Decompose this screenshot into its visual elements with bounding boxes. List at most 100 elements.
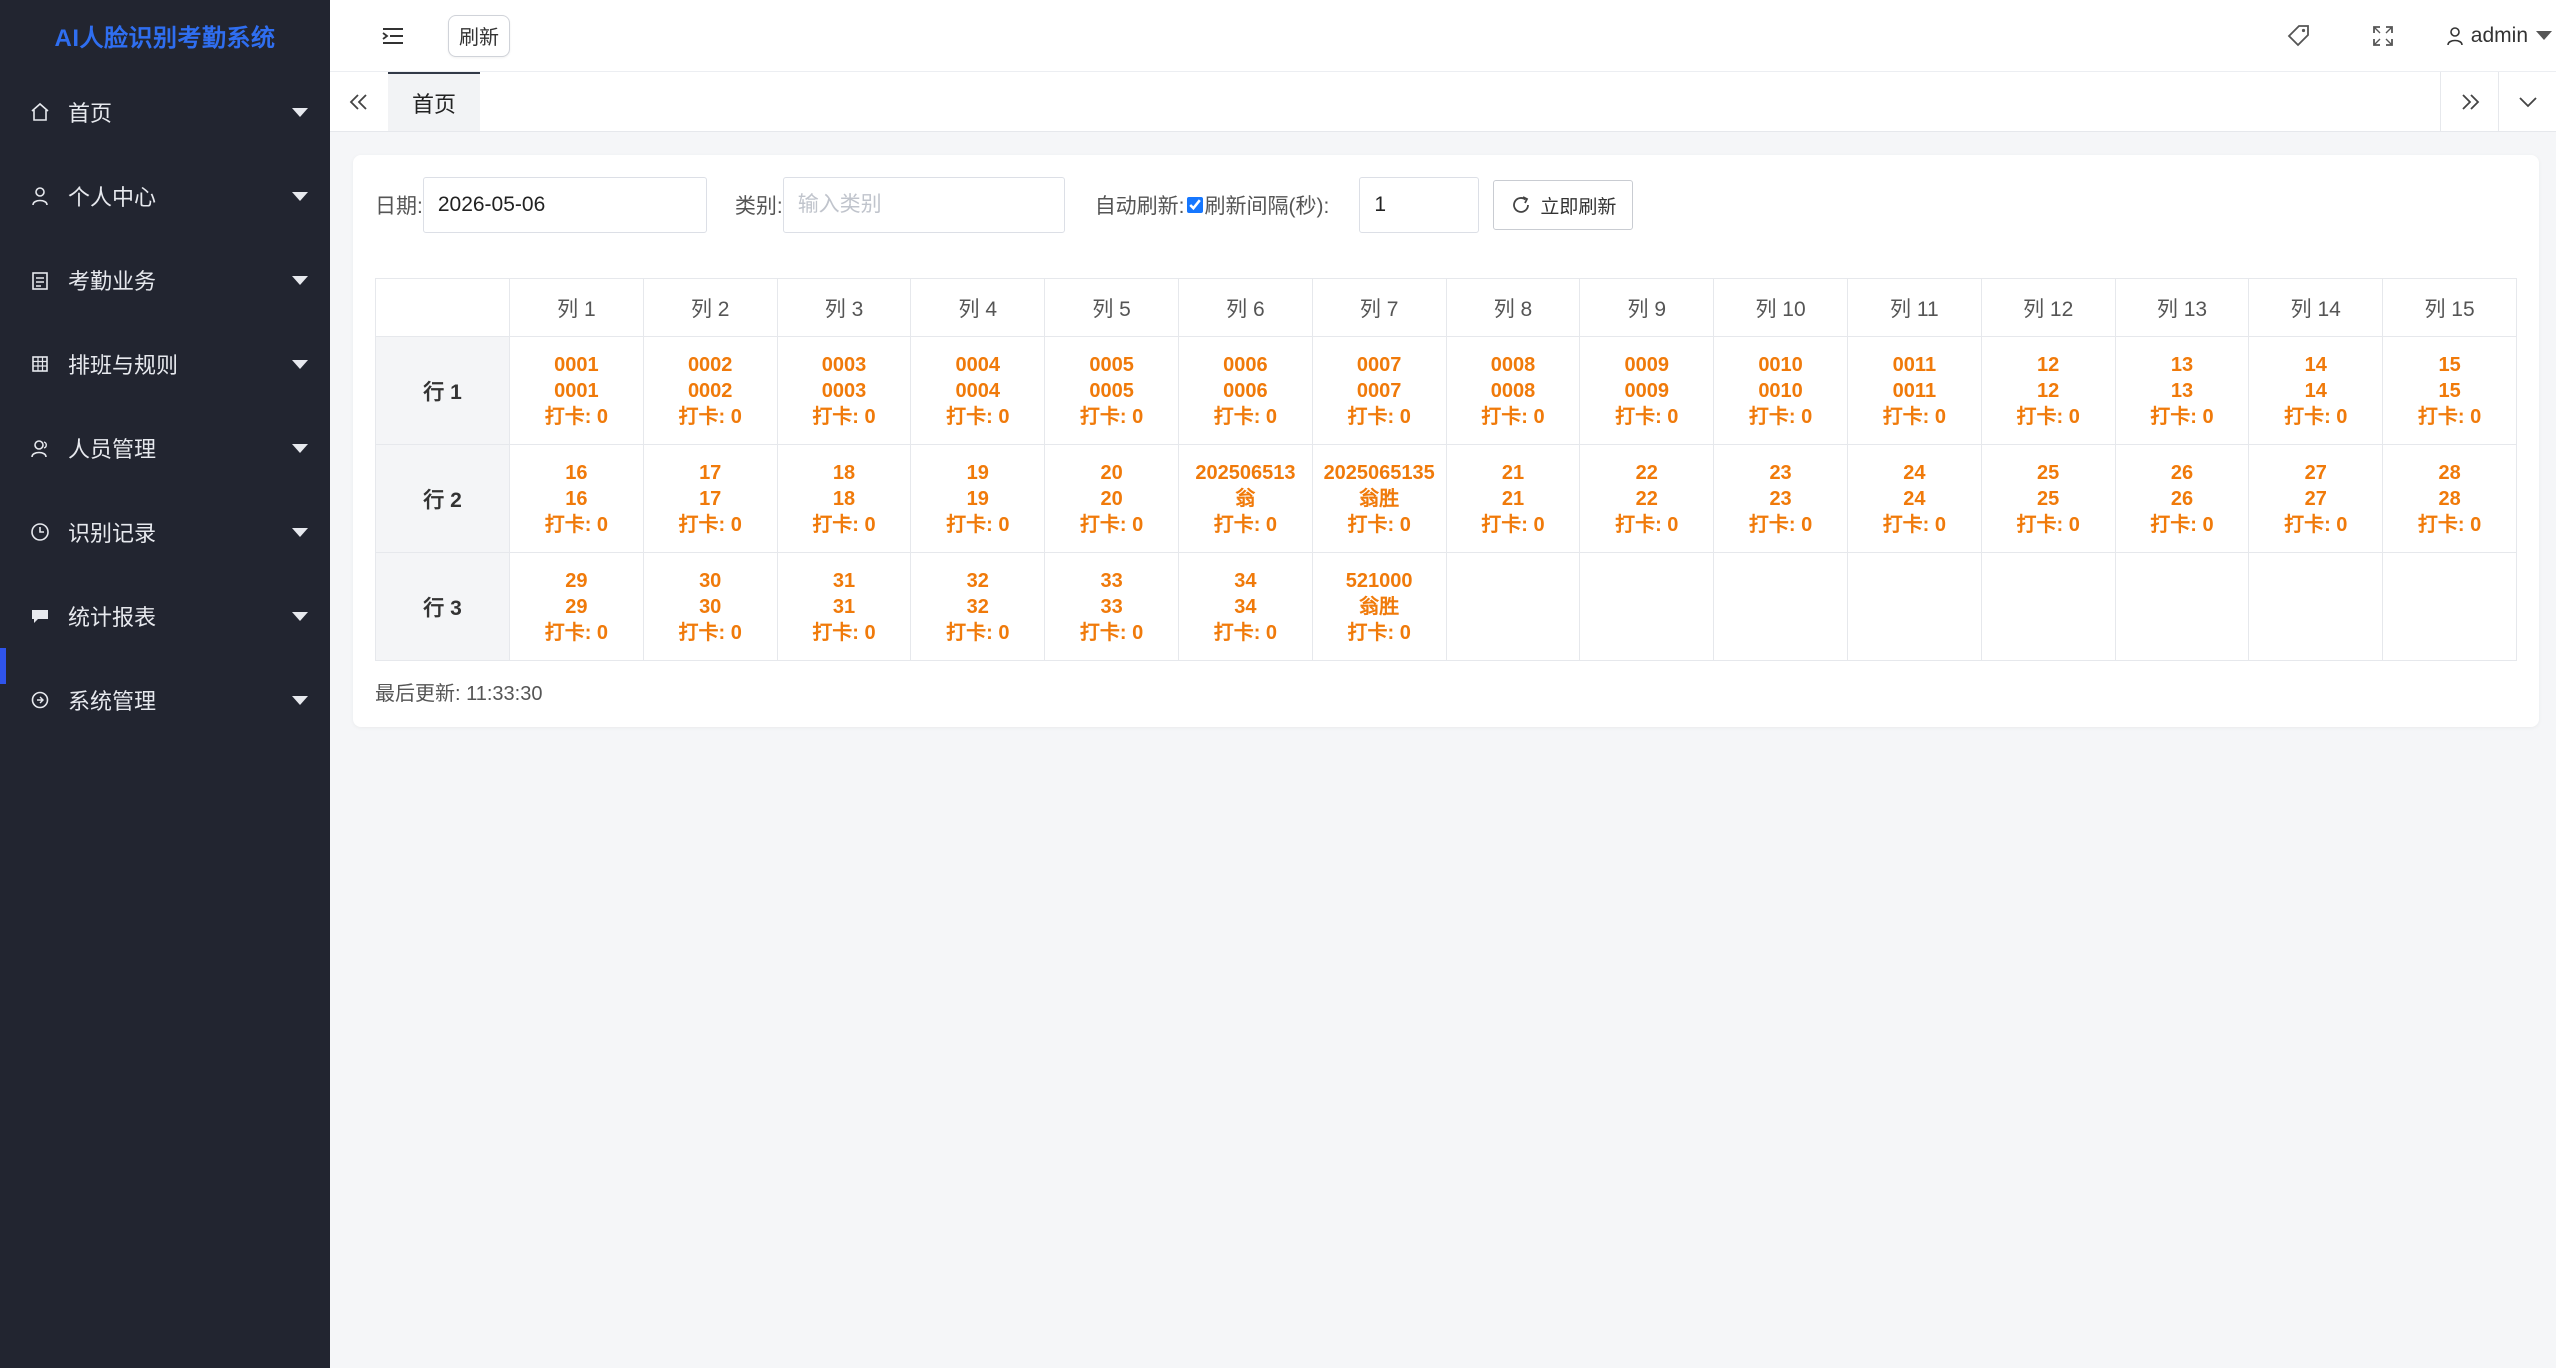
checkin-count: 打卡: 0: [1882, 405, 1947, 428]
seat-name: 23: [1769, 487, 1792, 510]
sidebar-item-personal-center[interactable]: 个人中心: [0, 154, 330, 238]
seat-cell[interactable]: 26 26 打卡: 0: [2114, 444, 2250, 553]
chevron-down-icon: [292, 527, 308, 537]
seat-info: 2025065135 翁胜 打卡: 0: [1313, 460, 1446, 538]
tabs-scroll-left-icon[interactable]: [330, 72, 388, 131]
tab-home[interactable]: 首页: [388, 72, 481, 131]
row-header: 行 3: [375, 552, 510, 661]
user-menu[interactable]: admin: [2445, 24, 2556, 48]
empty-cell: [1713, 552, 1848, 661]
seat-cell[interactable]: 18 18 打卡: 0: [776, 444, 912, 553]
seat-cell[interactable]: 13 13 打卡: 0: [2114, 336, 2250, 445]
refresh-button[interactable]: 刷新: [448, 14, 510, 57]
seat-cell[interactable]: 19 19 打卡: 0: [910, 444, 1046, 553]
seat-cell[interactable]: 0004 0004 打卡: 0: [910, 336, 1046, 445]
seat-cell[interactable]: 20 20 打卡: 0: [1044, 444, 1179, 553]
checkin-count: 打卡: 0: [1079, 621, 1144, 644]
seat-name: 0005: [1089, 379, 1134, 402]
seat-cell[interactable]: 28 28 打卡: 0: [2382, 444, 2517, 553]
seat-cell[interactable]: 521000 翁胜 打卡: 0: [1311, 552, 1447, 661]
sidebar-item-attendance[interactable]: 考勤业务: [0, 238, 330, 322]
seat-info: 18 18 打卡: 0: [778, 460, 911, 538]
seat-id: 20: [1100, 461, 1123, 484]
seat-cell[interactable]: 32 32 打卡: 0: [910, 552, 1046, 661]
chat-icon: [28, 604, 52, 628]
refresh-now-button[interactable]: 立即刷新: [1493, 180, 1634, 230]
interval-input[interactable]: [1359, 177, 1480, 233]
seat-cell[interactable]: 16 16 打卡: 0: [509, 444, 644, 553]
sidebar-item-home[interactable]: 首页: [0, 70, 330, 154]
seat-cell[interactable]: 0011 0011 打卡: 0: [1846, 336, 1982, 445]
seat-name: 33: [1100, 595, 1123, 618]
fullscreen-icon[interactable]: [2361, 14, 2405, 58]
menu-toggle-icon[interactable]: [366, 9, 420, 63]
seat-cell[interactable]: 31 31 打卡: 0: [776, 552, 912, 661]
sidebar-item-system-management[interactable]: 系统管理: [0, 658, 330, 742]
tag-icon[interactable]: [2277, 14, 2321, 58]
seat-name: 14: [2304, 379, 2327, 402]
date-label: 日期:: [375, 195, 423, 218]
seat-cell[interactable]: 25 25 打卡: 0: [1980, 444, 2116, 553]
seat-cell[interactable]: 0010 0010 打卡: 0: [1713, 336, 1848, 445]
user-name: admin: [2470, 23, 2528, 47]
seat-info: 19 19 打卡: 0: [911, 460, 1044, 538]
seat-cell[interactable]: 14 14 打卡: 0: [2248, 336, 2384, 445]
sidebar-item-statistics[interactable]: 统计报表: [0, 574, 330, 658]
seat-cell[interactable]: 0006 0006 打卡: 0: [1177, 336, 1313, 445]
tabs-dropdown-icon[interactable]: [2498, 72, 2556, 131]
sidebar-item-label: 系统管理: [68, 689, 157, 714]
date-input[interactable]: [422, 177, 707, 233]
seat-cell[interactable]: 21 21 打卡: 0: [1445, 444, 1581, 553]
seat-cell[interactable]: 24 24 打卡: 0: [1846, 444, 1982, 553]
seat-info: 32 32 打卡: 0: [911, 568, 1044, 646]
seat-cell[interactable]: 23 23 打卡: 0: [1713, 444, 1848, 553]
seat-cell[interactable]: 22 22 打卡: 0: [1579, 444, 1715, 553]
sidebar-item-label: 人员管理: [68, 437, 157, 462]
checkin-count: 打卡: 0: [1213, 621, 1278, 644]
seat-cell[interactable]: 2025065135 翁胜 打卡: 0: [1311, 444, 1447, 553]
auto-refresh-checkbox[interactable]: [1186, 197, 1203, 213]
active-indicator: [0, 648, 6, 684]
column-header: 列 15: [2382, 278, 2517, 337]
category-input[interactable]: [782, 177, 1065, 233]
tabs-scroll-right-icon[interactable]: [2440, 72, 2498, 131]
seat-info: 27 27 打卡: 0: [2249, 460, 2382, 538]
users-icon: [28, 436, 52, 460]
seat-info: 25 25 打卡: 0: [1982, 460, 2115, 538]
seat-cell[interactable]: 34 34 打卡: 0: [1177, 552, 1313, 661]
seat-cell[interactable]: 15 15 打卡: 0: [2382, 336, 2517, 445]
seat-cell[interactable]: 0003 0003 打卡: 0: [776, 336, 912, 445]
column-header: 列 6: [1177, 278, 1313, 337]
row-header: 行 2: [375, 444, 510, 553]
seat-cell[interactable]: 0009 0009 打卡: 0: [1579, 336, 1715, 445]
seat-cell[interactable]: 33 33 打卡: 0: [1044, 552, 1179, 661]
seat-name: 21: [1501, 487, 1525, 510]
seat-info: 0003 0003 打卡: 0: [778, 352, 911, 430]
checkin-count: 打卡: 0: [2417, 513, 2482, 536]
seat-cell[interactable]: 0007 0007 打卡: 0: [1311, 336, 1447, 445]
sidebar-item-label: 统计报表: [68, 605, 157, 630]
seat-cell[interactable]: 202506513 翁打卡: 0: [1177, 444, 1313, 553]
seat-id: 32: [966, 569, 989, 592]
table-row: 行 1 0001 0001 打卡: 0 0002 0002 打卡: 0 0003 0003 打卡:…: [375, 336, 2517, 445]
empty-cell: [2248, 552, 2384, 661]
sidebar-item-schedule-rules[interactable]: 排班与规则: [0, 322, 330, 406]
seat-cell[interactable]: 29 29 打卡: 0: [509, 552, 644, 661]
seat-cell[interactable]: 0008 0008 打卡: 0: [1445, 336, 1581, 445]
column-header: 列 9: [1579, 278, 1715, 337]
filter-toolbar: 日期: 类别: 自动刷新: 刷新间隔(秒): 立即刷新: [375, 177, 1634, 233]
seat-id: 31: [832, 569, 856, 592]
seat-cell[interactable]: 0005 0005 打卡: 0: [1044, 336, 1179, 445]
sidebar-item-recognition-records[interactable]: 识别记录: [0, 490, 330, 574]
seat-cell[interactable]: 27 27 打卡: 0: [2248, 444, 2384, 553]
seat-cell[interactable]: 0001 0001 打卡: 0: [509, 336, 644, 445]
column-header: 列 5: [1044, 278, 1179, 337]
sidebar-item-staff-management[interactable]: 人员管理: [0, 406, 330, 490]
checkin-count: 打卡: 0: [946, 621, 1010, 644]
tabs-bar: 首页: [330, 72, 2556, 132]
seat-cell[interactable]: 17 17 打卡: 0: [642, 444, 778, 553]
seat-cell[interactable]: 30 30 打卡: 0: [642, 552, 778, 661]
checkin-count: 打卡: 0: [2150, 513, 2214, 536]
seat-cell[interactable]: 12 12 打卡: 0: [1980, 336, 2116, 445]
seat-cell[interactable]: 0002 0002 打卡: 0: [642, 336, 778, 445]
